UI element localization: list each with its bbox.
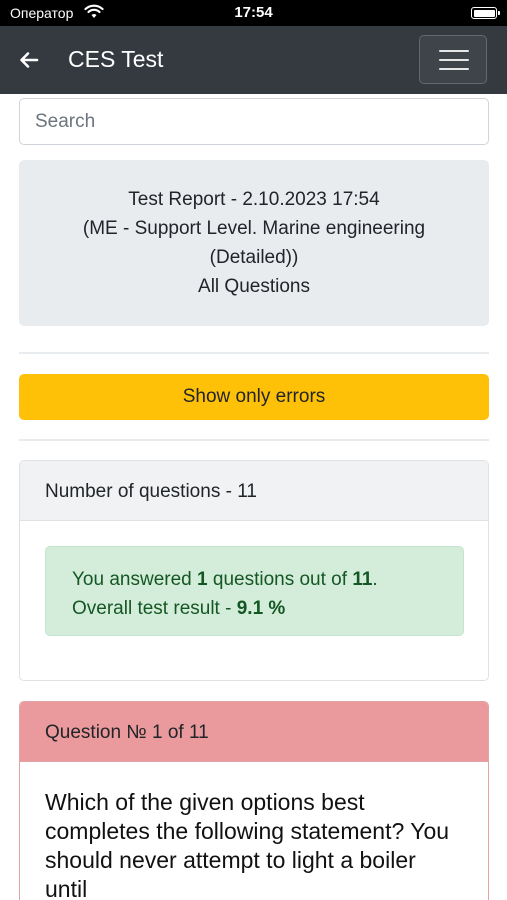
divider — [19, 352, 489, 354]
result-line: Overall test result - 9.1 % — [72, 598, 286, 619]
clock: 17:54 — [234, 4, 273, 21]
result-value: 9.1 % — [236, 598, 286, 619]
report-course-detail: (Detailed)) — [209, 247, 299, 268]
result-alert: You answered 1 questions out of 11. Over… — [45, 546, 464, 636]
question-count-header: Number of questions - 11 — [20, 461, 488, 521]
status-bar: Оператор 17:54 — [0, 0, 507, 26]
back-arrow-icon[interactable] — [18, 49, 40, 71]
show-only-errors-button[interactable]: Show only errors — [19, 374, 489, 420]
question-card: Question № 1 of 11 Which of the given op… — [19, 701, 489, 900]
test-report-panel: Test Report - 2.10.2023 17:54 (ME - Supp… — [19, 160, 489, 326]
summary-card: Number of questions - 11 You answered 1 … — [19, 460, 489, 681]
answered-count: 1 — [197, 569, 208, 590]
menu-toggle-button[interactable] — [419, 35, 487, 84]
question-text: Which of the given options best complete… — [45, 789, 450, 900]
total-count: 11 — [352, 569, 373, 590]
question-header: Question № 1 of 11 — [20, 702, 488, 762]
report-filter: All Questions — [198, 276, 310, 297]
battery-icon — [471, 7, 500, 19]
hamburger-icon — [439, 50, 469, 52]
app-title: CES Test — [68, 46, 164, 72]
report-title: Test Report - 2.10.2023 17:54 — [128, 189, 380, 210]
answered-line: You answered 1 questions out of 11. — [72, 569, 378, 590]
divider — [19, 439, 489, 441]
search-input[interactable] — [19, 98, 489, 145]
report-course: (ME - Support Level. Marine engineering — [82, 218, 426, 239]
navbar: CES Test — [0, 26, 507, 94]
